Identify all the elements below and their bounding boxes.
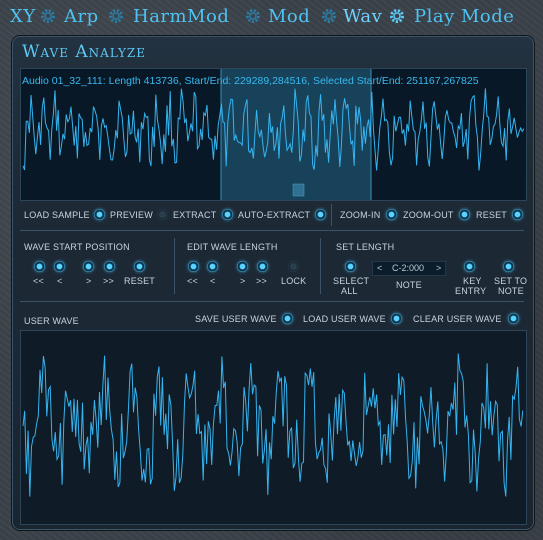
zoom-in-label: ZOOM-IN <box>340 210 381 220</box>
note-selector[interactable]: < C-2:000 > <box>372 261 446 276</box>
selection-region <box>221 69 371 200</box>
set-to-note-label: SET TO <box>494 276 528 286</box>
label: LOCK <box>281 276 307 286</box>
label: > <box>240 276 246 286</box>
label: << <box>187 276 198 286</box>
wave-start-fast-back-button[interactable] <box>34 261 45 272</box>
label: < <box>57 276 63 286</box>
divider <box>331 204 332 226</box>
reset-view-button[interactable] <box>512 209 523 220</box>
sample-info-text: Audio 01_32_111: Length 413736, Start/En… <box>22 75 479 87</box>
user-waveform-view[interactable] <box>20 330 527 525</box>
user-waveform <box>22 353 524 497</box>
label: < <box>210 276 216 286</box>
clear-user-wave-label: CLEAR USER WAVE <box>413 314 502 324</box>
gear-icon <box>322 9 336 23</box>
key-entry-button[interactable] <box>464 261 475 272</box>
edit-length-title: EDIT WAVE LENGTH <box>187 242 278 252</box>
zoom-out-button[interactable] <box>459 209 470 220</box>
label: RESET <box>124 276 156 286</box>
panel-title: Wave Analyze <box>22 42 147 62</box>
note-prev-button[interactable]: < <box>377 263 382 273</box>
save-user-wave-button[interactable] <box>282 313 293 324</box>
key-entry-label: ENTRY <box>455 286 487 296</box>
edit-length-forward-button[interactable] <box>237 261 248 272</box>
lock-toggle[interactable] <box>288 261 299 272</box>
tab-wav[interactable]: Wav <box>343 6 382 27</box>
note-value: C-2:000 <box>392 263 425 273</box>
tab-xy[interactable]: XY <box>10 6 36 27</box>
load-sample-button[interactable] <box>94 209 105 220</box>
gear-icon <box>109 9 123 23</box>
label: >> <box>256 276 267 286</box>
set-length-title: SET LENGTH <box>336 242 395 252</box>
note-label: NOTE <box>396 280 422 290</box>
edit-length-fast-back-button[interactable] <box>188 261 199 272</box>
load-sample-label: LOAD SAMPLE <box>24 210 90 220</box>
divider <box>20 230 524 231</box>
select-all-label: SELECT <box>333 276 370 286</box>
edit-length-fast-forward-button[interactable] <box>257 261 268 272</box>
auto-extract-button[interactable] <box>315 209 326 220</box>
load-user-wave-button[interactable] <box>391 313 402 324</box>
gear-icon-active <box>390 9 404 23</box>
edit-length-back-button[interactable] <box>207 261 218 272</box>
wave-start-title: WAVE START POSITION <box>24 242 130 252</box>
note-next-button[interactable]: > <box>436 263 441 273</box>
reset-view-label: RESET <box>476 210 508 220</box>
extract-button[interactable] <box>222 209 233 220</box>
gear-icon <box>246 9 260 23</box>
wave-start-back-button[interactable] <box>54 261 65 272</box>
set-to-note-label: NOTE <box>498 286 524 296</box>
divider <box>320 238 321 294</box>
save-user-wave-label: SAVE USER WAVE <box>195 314 277 324</box>
clear-user-wave-button[interactable] <box>508 313 519 324</box>
preview-button[interactable] <box>157 209 168 220</box>
auto-extract-label: AUTO-EXTRACT <box>238 210 311 220</box>
set-to-note-button[interactable] <box>503 261 514 272</box>
wave-start-reset-button[interactable] <box>134 261 145 272</box>
user-wave-title: USER WAVE <box>24 316 79 326</box>
tab-play-mode[interactable]: Play Mode <box>414 6 514 27</box>
gear-icon <box>41 9 55 23</box>
load-user-wave-label: LOAD USER WAVE <box>303 314 386 324</box>
zoom-in-button[interactable] <box>386 209 397 220</box>
extract-label: EXTRACT <box>173 210 217 220</box>
key-entry-label: KEY <box>463 276 482 286</box>
sample-waveform-view[interactable] <box>20 68 527 201</box>
wave-start-forward-button[interactable] <box>83 261 94 272</box>
zoom-out-label: ZOOM-OUT <box>403 210 454 220</box>
label: >> <box>103 276 114 286</box>
preview-label: PREVIEW <box>110 210 153 220</box>
tab-arp[interactable]: Arp <box>64 6 99 27</box>
divider <box>20 301 524 302</box>
divider <box>174 238 175 294</box>
label: > <box>86 276 92 286</box>
select-all-label: ALL <box>341 286 358 296</box>
tab-harmmod[interactable]: HarmMod <box>133 6 229 27</box>
label: << <box>33 276 44 286</box>
scroll-handle <box>292 183 305 197</box>
top-nav: XY Arp HarmMod Mod Wav Play Mode <box>0 0 543 34</box>
tab-mod[interactable]: Mod <box>268 6 310 27</box>
select-all-button[interactable] <box>345 261 356 272</box>
wave-start-fast-forward-button[interactable] <box>104 261 115 272</box>
